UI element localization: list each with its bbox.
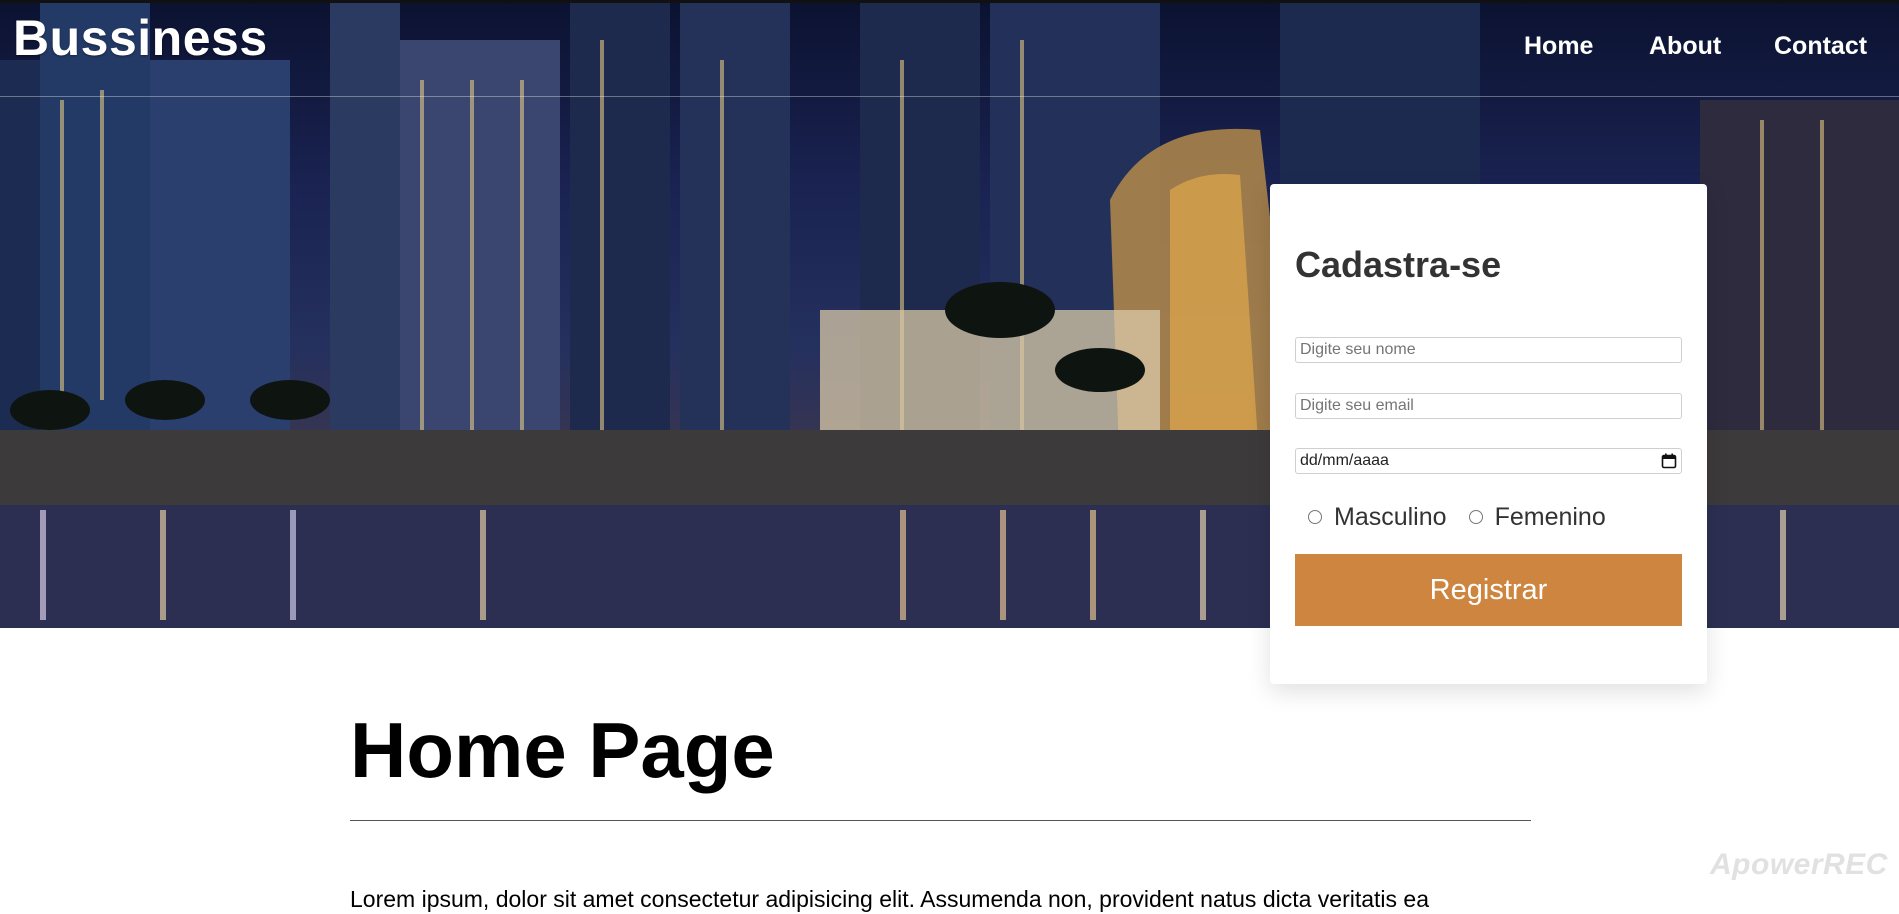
intro-paragraph: Lorem ipsum, dolor sit amet consectetur … — [350, 886, 1430, 912]
radio-femenino[interactable] — [1468, 510, 1483, 524]
page-title: Home Page — [350, 706, 775, 794]
nav-link-about[interactable]: About — [1649, 28, 1721, 64]
name-input[interactable] — [1295, 337, 1682, 363]
registration-title: Cadastra-se — [1295, 244, 1502, 285]
nav-link-contact[interactable]: Contact — [1774, 28, 1867, 64]
brand-logo-text[interactable]: Bussiness — [13, 8, 268, 68]
nav-link-home[interactable]: Home — [1524, 28, 1593, 64]
registration-card: Cadastra-se dd/mm/aaaa Masculino Femenin… — [1270, 184, 1707, 684]
birthdate-input[interactable]: dd/mm/aaaa — [1295, 448, 1682, 474]
nav-divider — [0, 96, 1899, 97]
calendar-icon[interactable] — [1661, 453, 1677, 469]
top-border-line — [0, 0, 1899, 3]
gender-radio-group: Masculino Femenino — [1308, 500, 1606, 534]
radio-masculino[interactable] — [1308, 510, 1322, 524]
title-divider — [350, 820, 1531, 821]
recorder-watermark: ApowerREC — [1710, 848, 1888, 881]
radio-label-masculino[interactable]: Masculino — [1334, 503, 1447, 532]
radio-label-femenino[interactable]: Femenino — [1495, 503, 1606, 532]
email-input[interactable] — [1295, 393, 1682, 419]
register-button[interactable]: Registrar — [1295, 554, 1682, 626]
birthdate-placeholder: dd/mm/aaaa — [1300, 452, 1389, 469]
